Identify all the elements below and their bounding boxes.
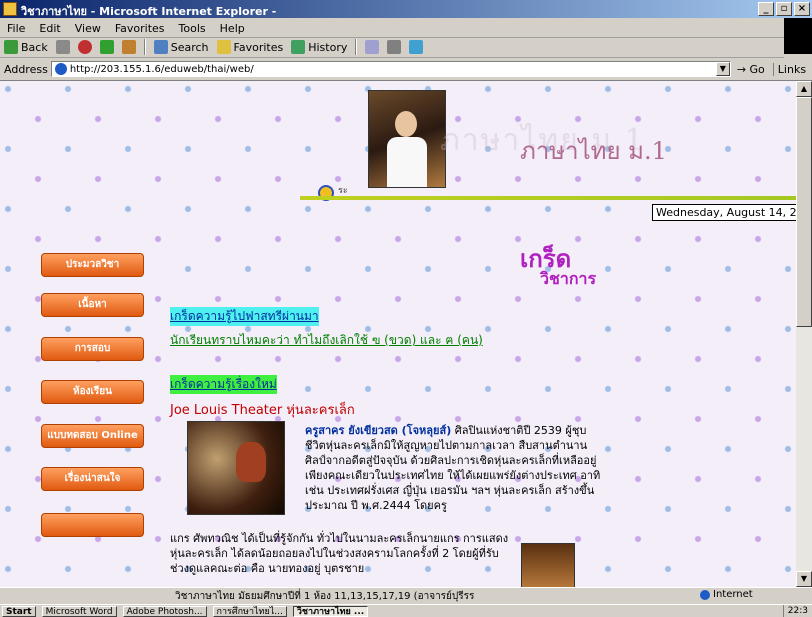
puppet-figure — [236, 442, 266, 482]
security-zone: Internet — [700, 589, 753, 600]
address-dropdown-icon[interactable]: ▼ — [715, 62, 730, 76]
vertical-scrollbar[interactable]: ▲ ▼ — [796, 81, 812, 587]
task-browser-2[interactable]: วิชาภาษาไทย ... — [292, 605, 369, 617]
ie-icon — [3, 2, 17, 16]
favorites-icon — [216, 40, 231, 54]
puppet-image — [187, 421, 285, 515]
print-button[interactable] — [387, 40, 402, 54]
forward-button[interactable] — [55, 40, 70, 54]
close-button[interactable]: × — [794, 2, 810, 16]
stop-button[interactable] — [77, 40, 92, 54]
messenger-icon — [409, 40, 424, 54]
favorites-button[interactable]: Favorites — [216, 40, 283, 54]
task-browser-1[interactable]: การศึกษาไทยไ... — [212, 605, 287, 617]
article-text: ศิลปินแห่งชาติปี 2539 ผู้ชุบชีวิตหุ่นละค… — [305, 424, 601, 512]
photo-face — [395, 111, 417, 137]
nav-syllabus-button[interactable]: ประมวลวิชา — [41, 253, 144, 277]
print-icon — [387, 40, 402, 54]
mascot-caption: ระ — [338, 186, 348, 196]
refresh-icon — [99, 40, 114, 54]
article-paragraph: ครูสาคร ยังเขียวสด (โจหลุยส์) ศิลปินแห่ง… — [305, 423, 605, 513]
menu-bar: File Edit View Favorites Tools Help — [0, 18, 812, 54]
toolbar-separator — [143, 39, 146, 55]
nav-online-test-button[interactable]: แบบทดสอบ Online — [41, 424, 144, 448]
history-icon — [291, 40, 306, 54]
menu-tools[interactable]: Tools — [172, 22, 213, 35]
status-bar: วิชาภาษาไทย มัธยมศึกษาปีที่ 1 ห้อง 11,13… — [0, 587, 812, 604]
toolbar: Back Search Favorites History — [0, 37, 784, 58]
nav-extra-button[interactable] — [41, 513, 144, 537]
header-divider — [300, 196, 796, 200]
go-button[interactable]: → Go — [737, 63, 765, 76]
links-button[interactable]: Links — [772, 62, 806, 76]
section2-subtitle: Joe Louis Theater หุ่นละครเล็ก — [170, 403, 355, 418]
nav-classroom-button[interactable]: ห้องเรียน — [41, 380, 144, 404]
home-button[interactable] — [121, 40, 136, 54]
scroll-down-icon[interactable]: ▼ — [796, 571, 812, 587]
article-image-2 — [521, 543, 575, 587]
status-text: วิชาภาษาไทย มัธยมศึกษาปีที่ 1 ห้อง 11,13… — [175, 590, 475, 602]
window-title: วิชาภาษาไทย - Microsoft Internet Explore… — [21, 5, 277, 18]
menu-file[interactable]: File — [0, 22, 32, 35]
minimize-button[interactable]: _ — [758, 2, 774, 16]
address-label: Address — [4, 62, 48, 76]
scroll-up-icon[interactable]: ▲ — [796, 81, 812, 97]
mail-icon — [365, 40, 380, 54]
messenger-button[interactable] — [409, 40, 424, 54]
refresh-button[interactable] — [99, 40, 114, 54]
address-url: http://203.155.1.6/eduweb/thai/web/ — [69, 63, 254, 75]
toolbar-separator — [355, 39, 358, 55]
stop-icon — [77, 40, 92, 54]
tray-clock: 22:3 — [782, 605, 812, 617]
scroll-thumb[interactable] — [796, 97, 812, 327]
page-content: ภาษาไทย ม.1 ภาษาไทย ม.1 ระ Wednesday, Au… — [0, 81, 796, 587]
photo-body — [387, 137, 427, 187]
nav-interesting-button[interactable]: เรื่องน่าสนใจ — [41, 467, 144, 491]
task-photoshop[interactable]: Adobe Photosh... — [122, 605, 207, 617]
home-icon — [121, 40, 136, 54]
windows-logo-icon — [784, 18, 812, 54]
history-button[interactable]: History — [291, 40, 347, 54]
menu-view[interactable]: View — [68, 22, 108, 35]
search-button[interactable]: Search — [153, 40, 209, 54]
date-display: Wednesday, August 14, 2002 — [652, 204, 796, 221]
forward-arrow-icon — [55, 40, 70, 54]
address-input[interactable]: http://203.155.1.6/eduweb/thai/web/ ▼ — [50, 61, 731, 77]
back-button[interactable]: Back — [4, 40, 48, 54]
section2-heading[interactable]: เกร็ดความรู้เรื่องใหม่ — [170, 375, 277, 394]
article-author: ครูสาคร ยังเขียวสด (โจหลุยส์) — [305, 424, 452, 437]
page-title: ภาษาไทย ม.1 — [520, 137, 667, 165]
menu-edit[interactable]: Edit — [32, 22, 67, 35]
window-controls: _ ▫ × — [758, 2, 810, 16]
taskbar: Start Microsoft Word Adobe Photosh... กา… — [0, 604, 812, 617]
mail-button[interactable] — [365, 40, 380, 54]
address-bar: Address http://203.155.1.6/eduweb/thai/w… — [0, 58, 812, 81]
section1-link[interactable]: นักเรียนทราบไหมคะว่า ทำไมถึงเลิกใช้ ฃ (ข… — [170, 331, 483, 350]
maximize-button[interactable]: ▫ — [776, 2, 792, 16]
task-word[interactable]: Microsoft Word — [41, 605, 117, 617]
menu-favorites[interactable]: Favorites — [108, 22, 172, 35]
ie-page-icon — [54, 63, 67, 75]
teacher-photo — [368, 90, 446, 188]
back-arrow-icon — [4, 40, 18, 54]
nav-content-button[interactable]: เนื้อหา — [41, 293, 144, 317]
search-icon — [153, 40, 168, 54]
section1-heading[interactable]: เกร็ดความรู้ไปฟาสทรีผ่านมา — [170, 307, 319, 326]
section-subtitle: วิชาการ — [540, 269, 597, 288]
title-bar: วิชาภาษาไทย - Microsoft Internet Explore… — [0, 0, 812, 18]
menu-help[interactable]: Help — [213, 22, 252, 35]
nav-teaching-button[interactable]: การสอบ — [41, 337, 144, 361]
article-paragraph-2: แกร ศัพทวณิช ได้เป็นที่รู้จักกัน ทั่วไปใ… — [170, 532, 509, 575]
internet-zone-icon — [700, 589, 710, 600]
start-button[interactable]: Start — [2, 605, 36, 617]
